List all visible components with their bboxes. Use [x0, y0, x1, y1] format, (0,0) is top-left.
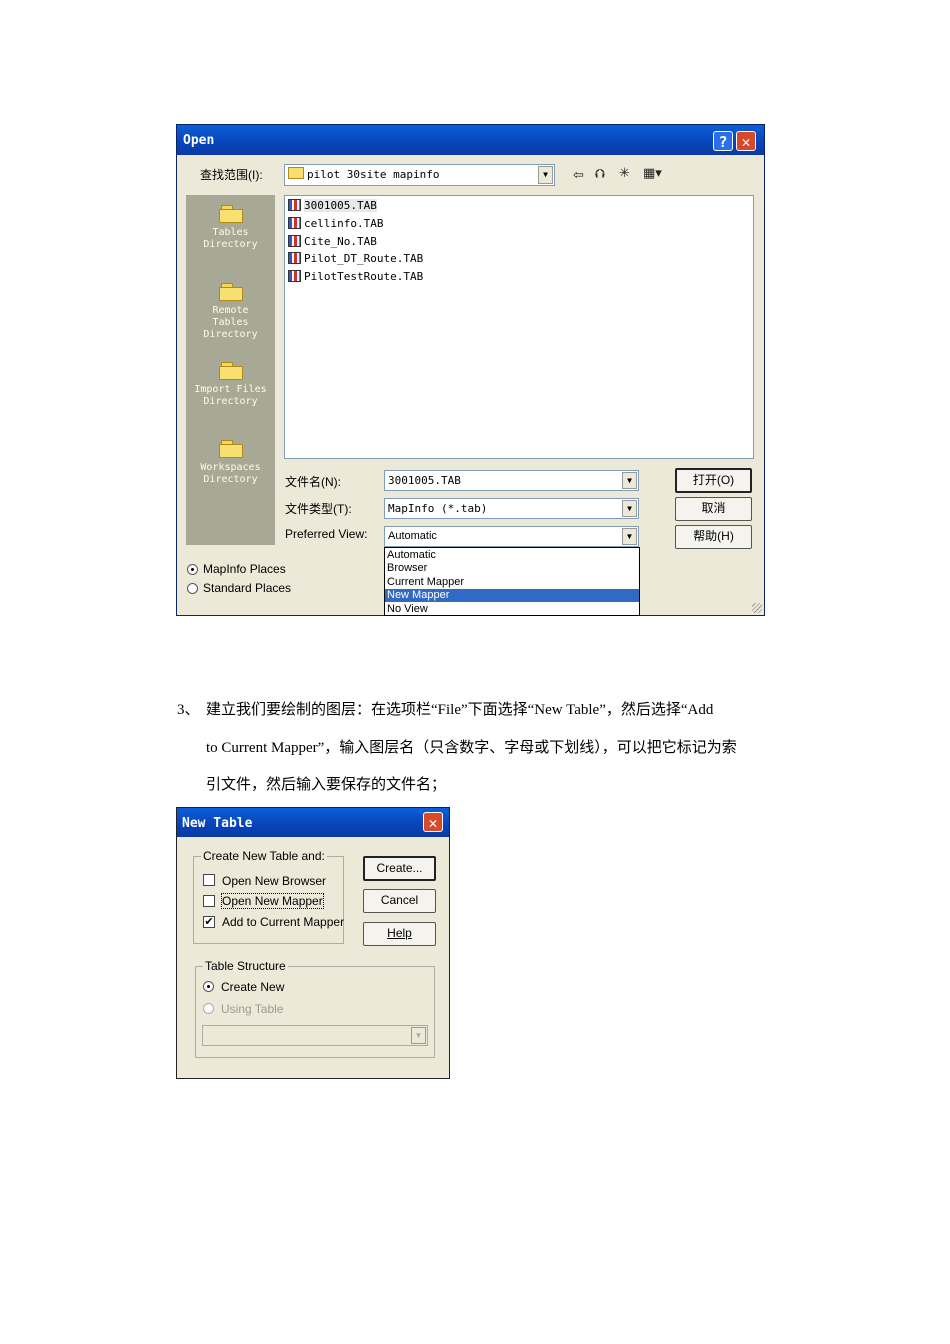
table-file-icon — [288, 235, 301, 247]
chevron-down-icon[interactable]: ▼ — [622, 528, 637, 545]
paragraph-line-2: to Current Mapper”，输入图层名（只含数字、字母或下划线），可以… — [206, 740, 737, 756]
chevron-down-icon[interactable]: ▼ — [538, 166, 553, 184]
new-table-title: New Table — [182, 816, 253, 831]
using-table-select[interactable]: ▼ — [202, 1025, 428, 1046]
open-dialog-titlebar: Open ? ✕ — [177, 125, 764, 155]
add-to-current-mapper-label: Add to Current Mapper — [222, 915, 345, 929]
table-file-icon — [288, 199, 301, 211]
file-item[interactable]: Cite_No.TAB — [288, 235, 377, 248]
file-list[interactable]: 3001005.TAB cellinfo.TAB Cite_No.TAB Pil… — [284, 195, 754, 459]
places-item-remote-tables-directory[interactable]: Remote Tables Directory — [186, 283, 275, 341]
preferred-view-dropdown: Automatic Browser Current Mapper New Map… — [384, 547, 640, 616]
chevron-down-icon[interactable]: ▼ — [622, 472, 637, 489]
places-bar: Tables Directory Remote Tables Directory… — [186, 195, 275, 545]
folder-icon — [218, 362, 243, 380]
table-file-icon — [288, 270, 301, 282]
close-icon[interactable]: ✕ — [423, 812, 443, 832]
radio-standard-places[interactable] — [187, 583, 198, 594]
open-button[interactable]: 打开(O) — [675, 468, 752, 493]
radio-create-new[interactable] — [203, 981, 214, 992]
look-in-label: 查找范围(I): — [200, 168, 263, 182]
radio-mapinfo-places-label: MapInfo Places — [203, 562, 286, 576]
look-in-select[interactable]: pilot 30site mapinfo ▼ — [284, 164, 555, 186]
cancel-button[interactable]: Cancel — [363, 889, 436, 913]
preferred-view-label: Preferred View: — [285, 527, 368, 541]
folder-icon — [218, 205, 243, 223]
up-folder-icon[interactable]: ⮉ — [595, 166, 605, 182]
folder-icon — [218, 283, 243, 301]
radio-using-table-label: Using Table — [221, 1002, 284, 1016]
table-file-icon — [288, 252, 301, 264]
folder-icon — [218, 440, 243, 458]
places-item-label: Tables Directory — [203, 227, 258, 250]
dropdown-option-no-view[interactable]: No View — [385, 603, 639, 616]
filetype-select[interactable]: MapInfo (*.tab) ▼ — [384, 498, 639, 519]
file-item[interactable]: PilotTestRoute.TAB — [288, 270, 423, 283]
places-item-label: Workspaces Directory — [200, 462, 261, 485]
chevron-down-icon[interactable]: ▼ — [411, 1027, 426, 1044]
filename-value: 3001005.TAB — [388, 474, 461, 487]
filename-label: 文件名(N): — [285, 475, 341, 489]
chevron-down-icon[interactable]: ▼ — [622, 500, 637, 517]
new-folder-icon[interactable]: ✳ — [619, 165, 630, 181]
places-item-workspaces-directory[interactable]: Workspaces Directory — [186, 440, 275, 486]
new-table-titlebar: New Table ✕ — [177, 808, 449, 837]
file-item[interactable]: 3001005.TAB — [288, 199, 377, 212]
help-button[interactable]: 帮助(H) — [675, 525, 752, 549]
new-table-dialog: New Table ✕ Create New Table and: Open N… — [176, 807, 450, 1079]
places-item-label: Import Files Directory — [194, 384, 267, 407]
open-dialog-title: Open — [183, 133, 215, 148]
back-arrow-icon[interactable]: ⇦ — [573, 167, 584, 183]
radio-mapinfo-places[interactable] — [187, 564, 198, 575]
add-to-current-mapper-checkbox[interactable]: ✔ — [203, 916, 215, 928]
open-new-browser-checkbox[interactable] — [203, 874, 215, 886]
filename-input[interactable]: 3001005.TAB ▼ — [384, 470, 639, 491]
open-new-mapper-checkbox[interactable] — [203, 895, 215, 907]
create-options-group-title: Create New Table and: — [201, 849, 327, 863]
dropdown-option-browser[interactable]: Browser — [385, 562, 639, 575]
folder-icon — [288, 167, 304, 179]
filetype-label: 文件类型(T): — [285, 502, 352, 516]
file-item[interactable]: cellinfo.TAB — [288, 217, 383, 230]
open-new-mapper-label: Open New Mapper — [221, 893, 324, 909]
dropdown-option-current-mapper[interactable]: Current Mapper — [385, 576, 639, 589]
open-dialog: Open ? ✕ 查找范围(I): pilot 30site mapinfo ▼… — [176, 124, 765, 616]
places-item-import-files-directory[interactable]: Import Files Directory — [186, 362, 275, 408]
open-new-browser-label: Open New Browser — [222, 874, 327, 888]
paragraph-line-3: 引文件，然后输入要保存的文件名； — [206, 777, 447, 793]
table-file-icon — [288, 217, 301, 229]
cancel-button[interactable]: 取消 — [675, 497, 752, 521]
table-structure-group-title: Table Structure — [203, 959, 288, 973]
radio-using-table[interactable] — [203, 1003, 214, 1014]
dropdown-option-automatic[interactable]: Automatic — [385, 549, 639, 562]
help-icon[interactable]: ? — [713, 131, 733, 151]
places-item-label: Remote Tables Directory — [203, 305, 258, 340]
preferred-view-value: Automatic — [388, 530, 437, 542]
file-item[interactable]: Pilot_DT_Route.TAB — [288, 252, 423, 265]
view-menu-icon[interactable]: ▦▾ — [643, 165, 662, 181]
places-item-tables-directory[interactable]: Tables Directory — [186, 205, 275, 251]
resize-grip-icon[interactable] — [752, 603, 762, 613]
filetype-value: MapInfo (*.tab) — [388, 502, 488, 515]
help-button[interactable]: Help — [363, 922, 436, 946]
dropdown-option-new-mapper[interactable]: New Mapper — [385, 589, 639, 602]
step-number: 3、 — [177, 702, 200, 718]
radio-create-new-label: Create New — [221, 980, 285, 994]
radio-standard-places-label: Standard Places — [203, 581, 292, 595]
close-icon[interactable]: ✕ — [736, 131, 756, 151]
create-button[interactable]: Create... — [363, 856, 436, 881]
paragraph-line-1: 建立我们要绘制的图层：在选项栏“File”下面选择“New Table”，然后选… — [206, 702, 714, 718]
preferred-view-select[interactable]: Automatic ▼ — [384, 526, 639, 547]
look-in-value: pilot 30site mapinfo — [307, 168, 440, 181]
